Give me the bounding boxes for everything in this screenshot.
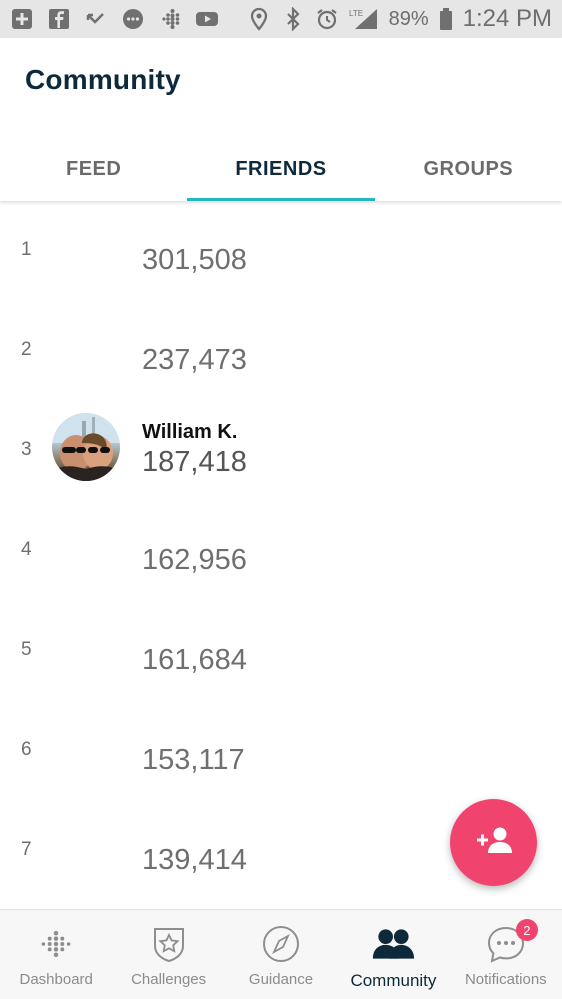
step-count: 187,418: [142, 446, 247, 478]
rank-number: 1: [21, 239, 32, 260]
rank-number: 5: [21, 639, 32, 660]
leaderboard-list: 1 301,508 2 237,473 3 William K. 187,418…: [0, 201, 562, 901]
signal-icon: LTE: [349, 7, 379, 31]
location-icon: [247, 7, 271, 31]
leaderboard-row[interactable]: 5 161,684: [0, 601, 562, 701]
tab-bar: FEED FRIENDS GROUPS: [0, 138, 562, 201]
leaderboard-row[interactable]: 1 301,508: [0, 201, 562, 301]
status-bar: LTE 89% 1:24 PM: [0, 0, 562, 38]
chat-bubble-icon: [121, 7, 145, 31]
compass-icon: [259, 922, 303, 966]
tab-feed[interactable]: FEED: [0, 138, 187, 201]
nav-label: Guidance: [248, 971, 314, 988]
notification-badge: 2: [515, 919, 538, 941]
fitbit-dots-icon: [34, 922, 78, 966]
leaderboard-row[interactable]: 2 237,473: [0, 301, 562, 401]
nav-community[interactable]: Community: [337, 910, 449, 999]
bluetooth-icon: [281, 7, 305, 31]
step-count: 139,414: [142, 844, 247, 876]
leaderboard-row[interactable]: 4 162,956: [0, 501, 562, 601]
avatar[interactable]: [52, 413, 120, 481]
people-icon: [371, 922, 415, 966]
add-friend-button[interactable]: [450, 799, 537, 886]
nav-notifications[interactable]: 2 Notifications: [450, 910, 562, 999]
nav-label: Notifications: [464, 971, 547, 988]
nav-label: Challenges: [131, 971, 207, 988]
tab-groups[interactable]: GROUPS: [375, 138, 562, 201]
add-friend-icon: [474, 825, 514, 860]
leaderboard-row-current-user[interactable]: 3 William K. 187,418: [0, 401, 562, 501]
rank-number: 6: [21, 739, 32, 760]
fitbit-icon: [158, 7, 182, 31]
step-count: 301,508: [142, 244, 247, 276]
app-header: Community FEED FRIENDS GROUPS: [0, 38, 562, 201]
page-title: Community: [25, 64, 181, 95]
youtube-icon: [195, 7, 219, 31]
step-count: 162,956: [142, 544, 247, 576]
facebook-icon: [47, 7, 71, 31]
rank-number: 3: [21, 439, 32, 460]
clock: 1:24 PM: [462, 5, 552, 32]
shield-star-icon: [147, 922, 191, 966]
alarm-icon: [315, 7, 339, 31]
battery-percent: 89%: [388, 7, 429, 30]
rank-number: 7: [21, 839, 32, 860]
nav-dashboard[interactable]: Dashboard: [0, 910, 112, 999]
bottom-nav: Dashboard Challenges Guidance Community …: [0, 909, 562, 999]
step-count: 237,473: [142, 344, 247, 376]
step-count: 153,117: [142, 744, 245, 776]
rank-number: 2: [21, 339, 32, 360]
step-count: 161,684: [142, 644, 247, 676]
missed-call-icon: [84, 7, 108, 31]
nav-guidance[interactable]: Guidance: [225, 910, 337, 999]
nav-challenges[interactable]: Challenges: [112, 910, 224, 999]
leaderboard-row[interactable]: 6 153,117: [0, 701, 562, 801]
friend-name: William K.: [142, 421, 238, 443]
svg-text:LTE: LTE: [349, 9, 363, 18]
nav-label: Dashboard: [19, 971, 93, 988]
nav-label: Community: [350, 971, 437, 990]
chat-bubble-icon: 2: [484, 919, 538, 966]
tab-friends[interactable]: FRIENDS: [187, 138, 375, 201]
screen: LTE 89% 1:24 PM Community FEED FRIENDS G…: [0, 0, 562, 999]
battery-icon: [439, 7, 453, 31]
plus-box-icon: [10, 7, 34, 31]
rank-number: 4: [21, 539, 32, 560]
